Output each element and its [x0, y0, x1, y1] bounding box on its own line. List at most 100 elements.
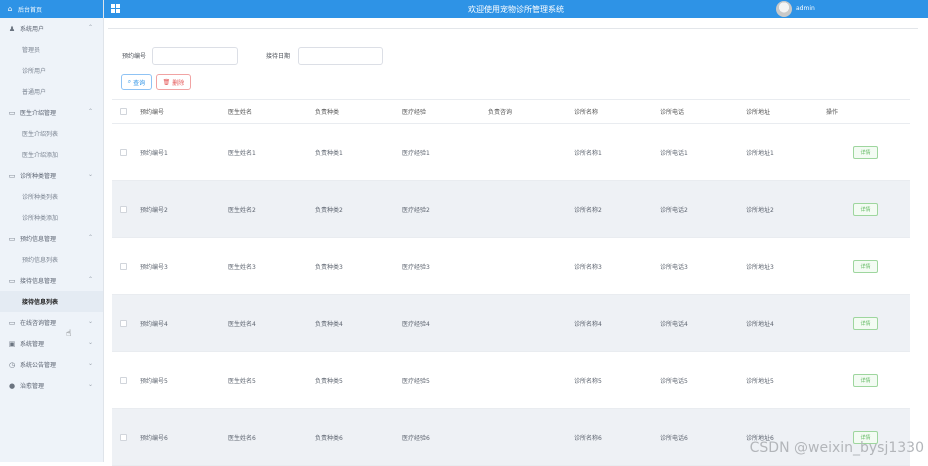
appointment-number-input[interactable] [152, 47, 238, 65]
table-cell: 诊所电话2 [660, 205, 688, 214]
table-cell: 医疗经验1 [402, 148, 430, 157]
clock-icon: ◷ [8, 361, 16, 369]
table-cell: 诊所电话4 [660, 319, 688, 328]
table-cell: 负责种类2 [315, 205, 343, 214]
document-icon: ▭ [8, 235, 16, 243]
table-cell: 医生姓名1 [228, 148, 256, 157]
search-form: 预约编号 接待日期 [122, 47, 422, 65]
sidebar-item-label: 诊所种类列表 [22, 192, 58, 201]
search-button[interactable]: ⌕ 查询 [121, 74, 152, 90]
sidebar-item-label: 普通用户 [22, 87, 46, 96]
sidebar-item[interactable]: 接待信息列表 [0, 291, 103, 312]
username-label[interactable]: admin [796, 5, 815, 12]
table-cell: 诊所电话1 [660, 148, 688, 157]
detail-button[interactable]: 详情 [853, 317, 878, 330]
sidebar-item[interactable]: 诊所种类列表 [0, 186, 103, 207]
table-cell: 医疗经验5 [402, 376, 430, 385]
row-checkbox[interactable] [120, 377, 127, 384]
table-cell: 预约编号5 [140, 376, 168, 385]
reception-table: 预约编号医生姓名负责种类医疗经验负责咨询诊所名称诊所电话诊所地址操作 预约编号1… [112, 99, 910, 466]
sidebar-item[interactable]: ▭诊所种类管理⌄ [0, 165, 103, 186]
sidebar-item[interactable]: 预约信息列表 [0, 249, 103, 270]
column-header: 诊所名称 [574, 107, 598, 116]
table-cell: 负责种类5 [315, 376, 343, 385]
table-cell: 诊所名称4 [574, 319, 602, 328]
table-cell: 诊所地址3 [746, 262, 774, 271]
row-checkbox[interactable] [120, 263, 127, 270]
chevron-icon: ⌃ [88, 24, 93, 31]
table-cell: 医疗经验4 [402, 319, 430, 328]
delete-button-label: 删除 [172, 78, 184, 87]
sidebar: ⌂ 后台首页 ♟系统用户⌃管理员诊所用户普通用户▭医生介绍管理⌃医生介绍列表医生… [0, 0, 104, 462]
pointer-cursor-icon: ☝ [66, 329, 71, 339]
row-checkbox[interactable] [120, 206, 127, 213]
pin-icon: ● [8, 382, 16, 390]
column-header: 负责种类 [315, 107, 339, 116]
chevron-icon: ⌄ [88, 339, 93, 346]
chevron-icon: ⌃ [88, 234, 93, 241]
table-cell: 负责种类4 [315, 319, 343, 328]
sidebar-item[interactable]: 管理员 [0, 39, 103, 60]
column-header: 负责咨询 [488, 107, 512, 116]
sidebar-item-label: 医生介绍管理 [20, 108, 56, 117]
sidebar-item[interactable]: ♟ 系统用户 ⌃ [0, 18, 103, 39]
sidebar-item-label: 接待信息管理 [20, 276, 56, 285]
table-cell: 预约编号6 [140, 433, 168, 442]
select-all-checkbox[interactable] [120, 108, 127, 115]
sidebar-item[interactable]: 医生介绍添加 [0, 144, 103, 165]
detail-button[interactable]: 详情 [853, 260, 878, 273]
table-cell: 医疗经验2 [402, 205, 430, 214]
table-cell: 负责种类1 [315, 148, 343, 157]
table-cell: 诊所地址1 [746, 148, 774, 157]
user-icon: ♟ [8, 25, 16, 33]
appointment-number-label: 预约编号 [122, 51, 146, 60]
delete-button[interactable]: 🗑 删除 [156, 74, 191, 90]
reception-date-input[interactable] [298, 47, 383, 65]
sidebar-item-label: 系统用户 [20, 24, 44, 33]
table-cell: 诊所电话6 [660, 433, 688, 442]
table-body: 预约编号1医生姓名1负责种类1医疗经验1诊所名称1诊所电话1诊所地址1详情预约编… [112, 124, 910, 466]
trash-icon: 🗑 [163, 79, 171, 86]
avatar[interactable] [776, 1, 792, 17]
detail-button[interactable]: 详情 [853, 146, 878, 159]
sidebar-item-label: 治愈管理 [20, 381, 44, 390]
row-checkbox[interactable] [120, 320, 127, 327]
column-header: 预约编号 [140, 107, 164, 116]
table-cell: 诊所名称1 [574, 148, 602, 157]
sidebar-item[interactable]: ▭预约信息管理⌃ [0, 228, 103, 249]
sidebar-item-label: 医生介绍添加 [22, 150, 58, 159]
sidebar-item[interactable]: 诊所种类添加 [0, 207, 103, 228]
table-cell: 诊所名称6 [574, 433, 602, 442]
table-cell: 诊所地址5 [746, 376, 774, 385]
sidebar-item-label: 系统公告管理 [20, 360, 56, 369]
row-checkbox[interactable] [120, 149, 127, 156]
detail-button[interactable]: 详情 [853, 374, 878, 387]
chevron-icon: ⌄ [88, 318, 93, 325]
sidebar-item[interactable]: ▭接待信息管理⌃ [0, 270, 103, 291]
document-icon: ▭ [8, 172, 16, 180]
sidebar-item[interactable]: ▭医生介绍管理⌃ [0, 102, 103, 123]
calendar-icon: ▣ [8, 340, 16, 348]
sidebar-item-label: 接待信息列表 [22, 297, 58, 306]
sidebar-item[interactable]: ▣ 系统管理 ⌄ [0, 333, 103, 354]
sidebar-item[interactable]: 诊所用户 [0, 60, 103, 81]
chevron-icon: ⌄ [88, 171, 93, 178]
sidebar-item[interactable]: ◷系统公告管理⌄ [0, 354, 103, 375]
sidebar-item[interactable]: 普通用户 [0, 81, 103, 102]
row-checkbox[interactable] [120, 434, 127, 441]
table-row: 预约编号4医生姓名4负责种类4医疗经验4诊所名称4诊所电话4诊所地址4详情 [112, 295, 910, 352]
detail-button[interactable]: 详情 [853, 203, 878, 216]
table-row: 预约编号2医生姓名2负责种类2医疗经验2诊所名称2诊所电话2诊所地址2详情 [112, 181, 910, 238]
sidebar-item[interactable]: 医生介绍列表 [0, 123, 103, 144]
chevron-icon: ⌄ [88, 381, 93, 388]
table-cell: 诊所电话5 [660, 376, 688, 385]
sidebar-item-label: 系统管理 [20, 339, 44, 348]
sidebar-home[interactable]: ⌂ 后台首页 [0, 0, 103, 18]
column-header: 医生姓名 [228, 107, 252, 116]
column-header: 诊所地址 [746, 107, 770, 116]
sidebar-item-label: 医生介绍列表 [22, 129, 58, 138]
sidebar-menu: ♟系统用户⌃管理员诊所用户普通用户▭医生介绍管理⌃医生介绍列表医生介绍添加▭诊所… [0, 18, 103, 396]
sidebar-item[interactable]: ▭在线咨询管理⌄ [0, 312, 103, 333]
reception-date-label: 接待日期 [266, 51, 290, 60]
sidebar-item[interactable]: ● 治愈管理 ⌄ [0, 375, 103, 396]
